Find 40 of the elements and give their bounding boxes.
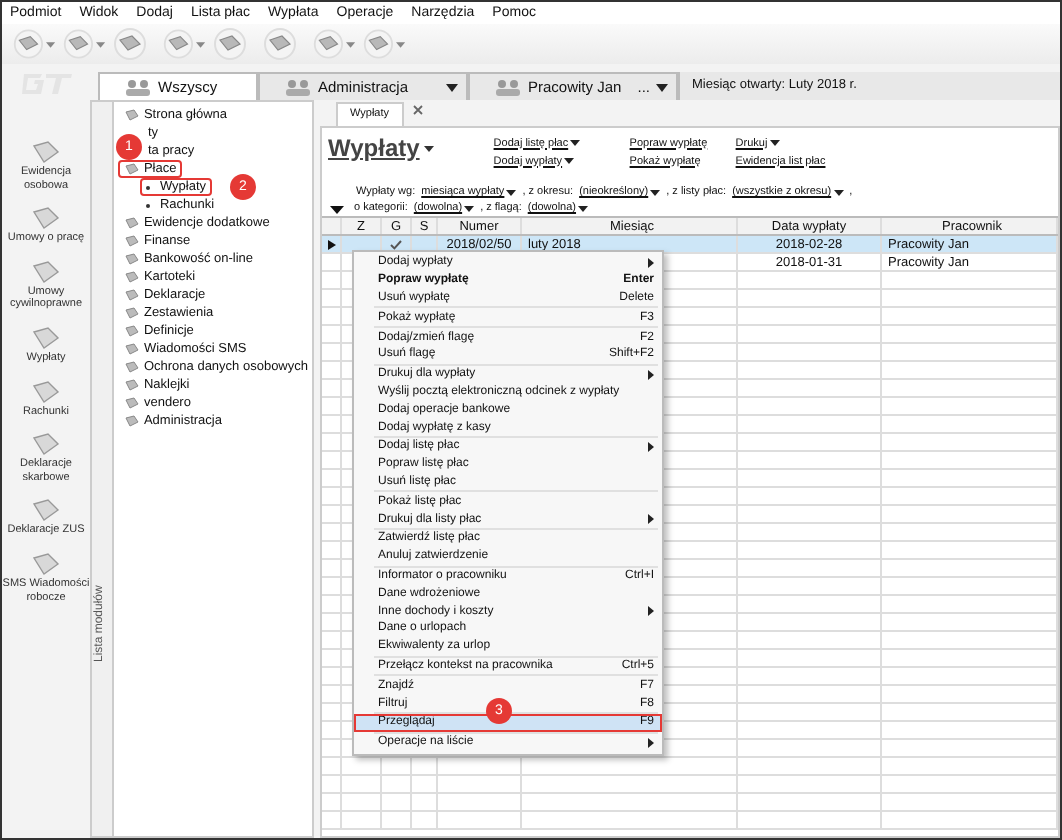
caret-icon[interactable] (196, 41, 206, 47)
toolbar-icon[interactable] (62, 28, 95, 60)
caret-icon[interactable] (96, 41, 106, 47)
caret-icon (833, 189, 844, 195)
caret-icon (564, 158, 575, 164)
caret-icon (656, 83, 668, 91)
caret-icon[interactable] (346, 41, 356, 47)
page-title[interactable]: Wypłaty (328, 134, 420, 162)
caret-icon[interactable] (46, 41, 56, 47)
toolbar-icon[interactable] (212, 28, 248, 60)
caret-icon (769, 140, 780, 146)
caret-icon (650, 189, 661, 195)
document-icon (30, 259, 62, 284)
document-icon (30, 498, 62, 523)
toolbar-icon[interactable] (12, 28, 45, 60)
caret-icon[interactable] (396, 41, 406, 47)
document-icon (30, 325, 62, 350)
row-pointer-icon (327, 239, 335, 249)
document-icon (30, 140, 62, 164)
caret-icon (423, 146, 434, 152)
document-icon (30, 206, 62, 231)
document-icon (30, 551, 62, 576)
document-icon (123, 108, 140, 122)
toolbar-icon[interactable] (362, 28, 395, 60)
toolbar-icon[interactable] (262, 28, 298, 60)
people-icon (124, 78, 152, 96)
caret-icon (570, 140, 581, 146)
toolbar-icon[interactable] (312, 28, 345, 60)
caret-icon (506, 189, 517, 195)
close-icon[interactable] (411, 104, 424, 116)
toolbar-icon[interactable] (112, 28, 148, 60)
document-icon (30, 379, 62, 404)
document-icon (30, 432, 62, 457)
toolbar-icon[interactable] (162, 28, 195, 60)
caret-icon (464, 205, 475, 211)
people-icon (284, 78, 312, 96)
people-icon (494, 78, 522, 96)
caret-icon (446, 83, 458, 91)
collapse-icon[interactable] (330, 206, 344, 214)
caret-icon (578, 205, 589, 211)
